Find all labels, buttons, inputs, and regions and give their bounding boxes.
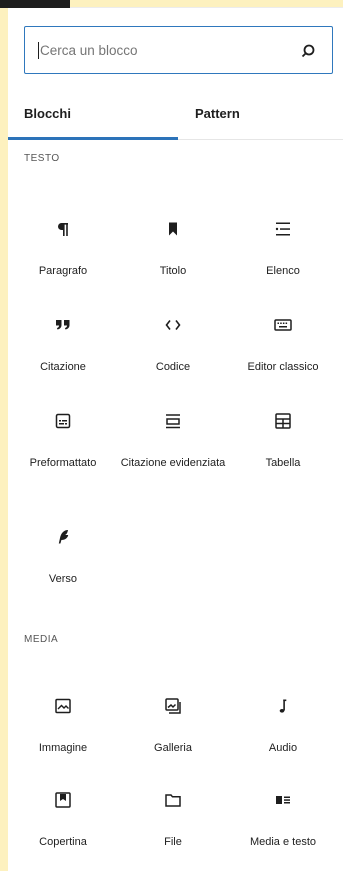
block-table[interactable]: Tabella	[228, 411, 338, 491]
block-label: Copertina	[39, 836, 87, 848]
gallery-icon	[163, 696, 183, 716]
tab-divider	[178, 139, 343, 140]
paragraph-icon	[53, 219, 73, 239]
block-label: Editor classico	[247, 361, 319, 373]
search-icon[interactable]	[298, 41, 318, 61]
image-icon	[53, 696, 73, 716]
block-label: Paragrafo	[38, 265, 88, 277]
preformatted-icon	[53, 411, 73, 431]
top-bar-dark-segment	[0, 0, 70, 8]
active-tab-indicator	[8, 137, 178, 140]
file-icon	[163, 790, 183, 810]
section-title-text: TESTO	[24, 153, 60, 164]
quote-icon	[53, 315, 73, 335]
media-text-icon	[273, 790, 293, 810]
block-label: File	[164, 836, 182, 848]
cover-icon	[53, 790, 73, 810]
block-label: Galleria	[154, 742, 192, 754]
tab-blocks[interactable]: Blocchi	[24, 88, 71, 139]
block-label: Citazione evidenziata	[120, 457, 226, 469]
keyboard-icon	[273, 315, 293, 335]
block-classic-editor[interactable]: Editor classico	[228, 315, 338, 395]
block-label: Immagine	[38, 742, 88, 754]
block-label: Titolo	[159, 265, 187, 277]
audio-icon	[273, 696, 293, 716]
section-title-media: MEDIA	[24, 634, 59, 645]
inserter-tabs: Blocchi Pattern	[8, 88, 343, 140]
text-caret	[38, 41, 39, 59]
block-list[interactable]: Elenco	[228, 219, 338, 299]
table-icon	[273, 411, 293, 431]
heading-icon	[163, 219, 183, 239]
block-quote[interactable]: Citazione	[8, 315, 118, 395]
block-label: Verso	[48, 573, 78, 585]
block-pullquote[interactable]: Citazione evidenziata	[118, 411, 228, 491]
block-cover[interactable]: Copertina	[8, 790, 118, 870]
block-verse[interactable]: Verso	[8, 527, 118, 607]
block-heading[interactable]: Titolo	[118, 219, 228, 299]
search-placeholder: Cerca un blocco	[38, 41, 138, 59]
block-label: Audio	[268, 742, 298, 754]
top-bar	[0, 0, 343, 8]
block-inserter-panel: Cerca un blocco Blocchi Pattern TESTO Pa…	[8, 8, 343, 871]
block-label: Media e testo	[249, 836, 317, 848]
block-audio[interactable]: Audio	[228, 696, 338, 776]
search-input[interactable]: Cerca un blocco	[24, 26, 333, 74]
block-file[interactable]: File	[118, 790, 228, 870]
block-gallery[interactable]: Galleria	[118, 696, 228, 776]
block-label: Codice	[155, 361, 191, 373]
block-image[interactable]: Immagine	[8, 696, 118, 776]
tab-patterns[interactable]: Pattern	[195, 88, 240, 139]
block-preformatted[interactable]: Preformattato	[8, 411, 118, 491]
block-label: Tabella	[265, 457, 301, 469]
block-paragraph[interactable]: Paragrafo	[8, 219, 118, 299]
verse-icon	[53, 527, 73, 547]
block-label: Elenco	[266, 265, 300, 277]
code-icon	[163, 315, 183, 335]
list-icon	[273, 219, 293, 239]
block-media-text[interactable]: Media e testo	[228, 790, 338, 870]
block-label: Preformattato	[29, 457, 97, 469]
pullquote-icon	[163, 411, 183, 431]
block-code[interactable]: Codice	[118, 315, 228, 395]
block-label: Citazione	[40, 361, 86, 373]
